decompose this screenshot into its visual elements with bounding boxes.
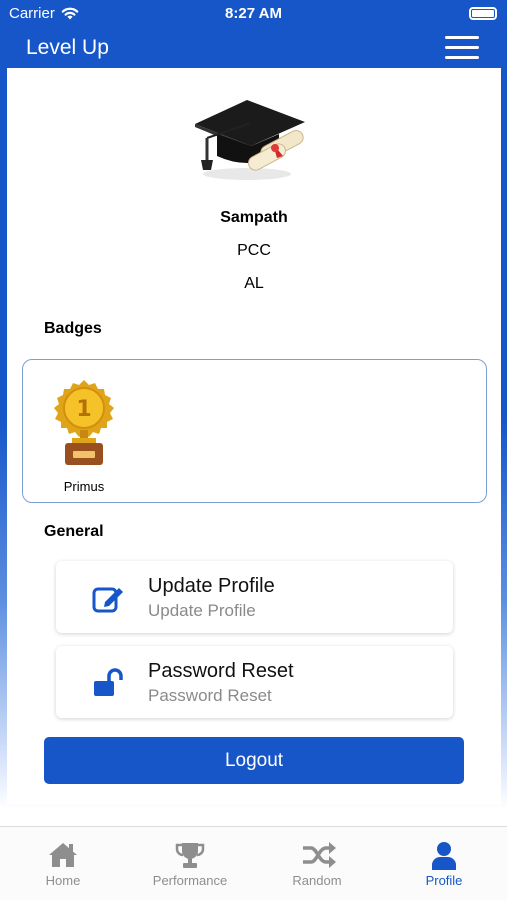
status-bar: Carrier 8:27 AM (0, 0, 507, 28)
trophy-badge-icon: 1 (54, 380, 114, 465)
hamburger-menu-icon[interactable] (445, 36, 479, 60)
status-time: 8:27 AM (225, 5, 282, 22)
update-profile-button[interactable]: Update Profile Update Profile (56, 561, 453, 633)
tab-bar: Home Performance Random Profile (0, 826, 507, 900)
badge-item[interactable]: 1 Primus (53, 380, 115, 494)
shuffle-icon (303, 842, 336, 868)
badges-panel: 1 Primus (22, 359, 487, 503)
edit-icon (92, 587, 123, 613)
user-level: AL (244, 275, 264, 292)
password-reset-title: Password Reset (148, 660, 294, 682)
profile-card: Sampath PCC AL Badges 1 Primus General U… (7, 68, 501, 804)
trophy-icon (175, 843, 205, 868)
unlock-icon (94, 668, 123, 696)
graduation-cap-icon (195, 100, 305, 180)
password-reset-button[interactable]: Password Reset Password Reset (56, 646, 453, 718)
update-profile-subtitle: Update Profile (148, 601, 256, 620)
app-header: Level Up (0, 28, 507, 68)
svg-text:1: 1 (76, 397, 91, 422)
tab-home[interactable]: Home (0, 827, 126, 900)
tab-performance-label: Performance (152, 873, 228, 888)
general-heading: General (44, 523, 104, 540)
app-title: Level Up (26, 36, 109, 59)
badge-label: Primus (63, 479, 105, 494)
tab-performance[interactable]: Performance (127, 827, 253, 900)
badges-heading: Badges (44, 320, 102, 337)
home-icon (49, 843, 77, 867)
tab-random-label: Random (292, 873, 342, 888)
update-profile-title: Update Profile (148, 575, 275, 597)
tab-profile[interactable]: Profile (381, 827, 507, 900)
battery-icon (469, 7, 497, 20)
password-reset-subtitle: Password Reset (148, 686, 272, 705)
tab-profile-label: Profile (425, 873, 463, 888)
user-program: PCC (237, 242, 271, 259)
user-icon (432, 842, 456, 870)
user-name: Sampath (220, 209, 288, 226)
logout-button[interactable]: Logout (44, 737, 464, 784)
tab-random[interactable]: Random (254, 827, 380, 900)
tab-home-label: Home (45, 873, 81, 888)
